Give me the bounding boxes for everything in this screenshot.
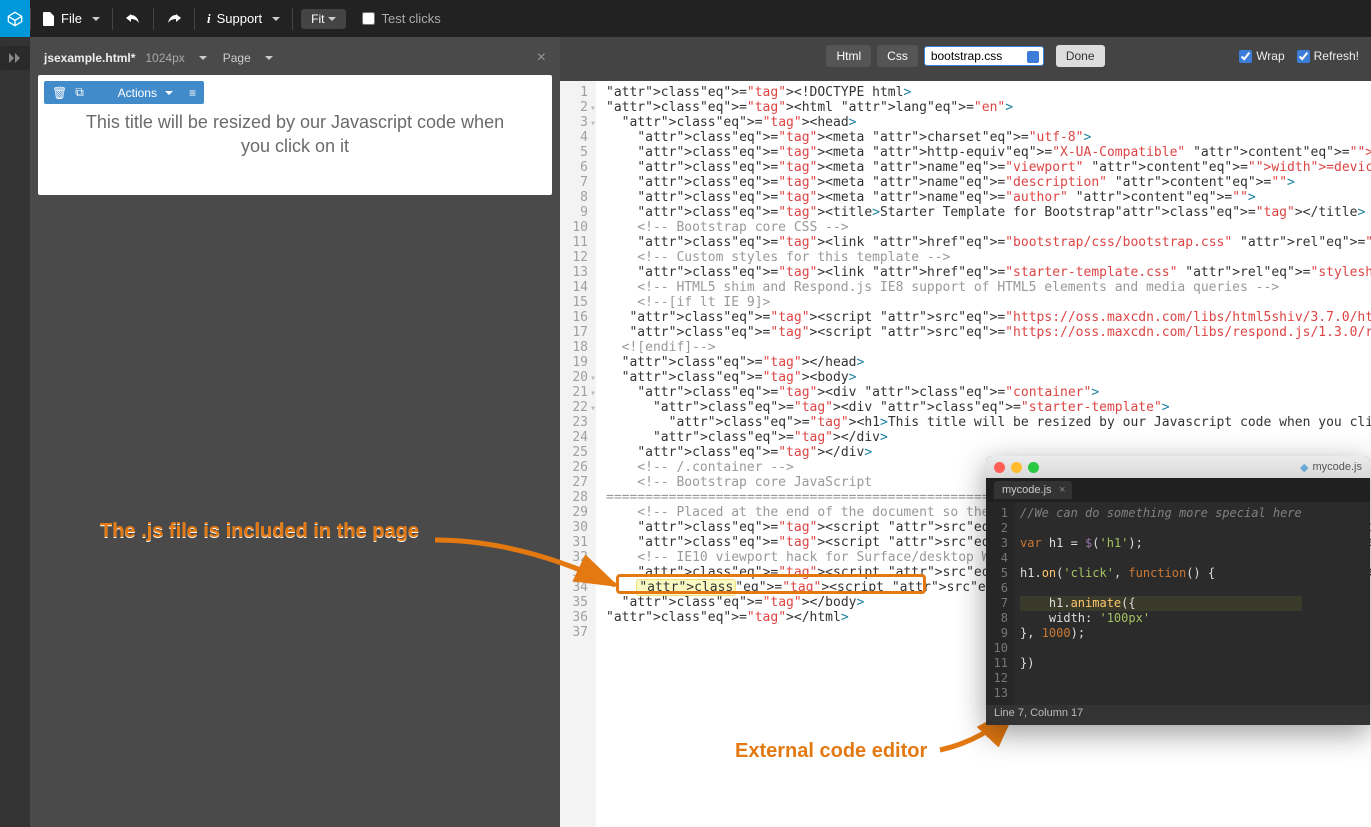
preview-canvas[interactable]: 🗑 ⧉ Actions ≡ This title will be resized… (38, 75, 552, 195)
element-toolbar: 🗑 ⧉ Actions ≡ (44, 81, 204, 104)
close-tab-button[interactable]: × (537, 49, 546, 67)
refresh-label: Refresh! (1314, 49, 1359, 63)
app-logo-icon[interactable] (0, 0, 30, 37)
window-title: mycode.js (1312, 461, 1362, 473)
annotation-left: The .js file is included in the page (100, 520, 419, 543)
page-dropdown[interactable]: Page (223, 51, 251, 65)
editor-gutter: 1234567891011121314151617181920212223242… (560, 81, 596, 827)
file-menu-label: File (61, 11, 82, 26)
actions-label: Actions (118, 86, 157, 100)
window-titlebar[interactable]: ◆ mycode.js (986, 456, 1370, 478)
done-button[interactable]: Done (1056, 45, 1105, 67)
editor-tabs: mycode.js × (986, 478, 1370, 502)
close-icon[interactable]: × (1059, 484, 1065, 496)
chevron-down-icon (328, 17, 336, 21)
preview-width-dropdown[interactable]: 1024px (145, 51, 184, 65)
chevron-down-icon (199, 56, 207, 60)
arrow-left (430, 530, 630, 600)
trash-icon[interactable]: 🗑 (52, 86, 67, 100)
window-zoom-icon[interactable] (1028, 462, 1039, 473)
undo-button[interactable] (113, 0, 153, 37)
window-minimize-icon[interactable] (1011, 462, 1022, 473)
wrap-toggle[interactable]: Wrap (1239, 49, 1284, 63)
editor-statusbar: Line 7, Column 17 (986, 705, 1370, 725)
wrap-checkbox[interactable] (1239, 50, 1252, 63)
preview-pane: jsexample.html* 1024px Page × 🗑 ⧉ Action… (30, 37, 560, 827)
chevron-right-double-icon (9, 53, 21, 63)
test-clicks-label: Test clicks (381, 11, 440, 26)
redo-icon (166, 12, 182, 26)
chevron-down-icon (265, 56, 273, 60)
copy-icon[interactable]: ⧉ (75, 85, 84, 100)
sublime-gutter: 12345678910111213 (986, 502, 1014, 705)
support-menu[interactable]: i Support (195, 0, 292, 37)
highlight-box (616, 574, 926, 594)
js-file-icon: ◆ (1300, 461, 1308, 474)
menu-icon[interactable]: ≡ (189, 86, 196, 100)
sublime-code[interactable]: //We can do something more special here … (1014, 502, 1308, 705)
refresh-toggle[interactable]: Refresh! (1297, 49, 1359, 63)
wrap-label: Wrap (1256, 49, 1284, 63)
sidebar-collapse-button[interactable] (0, 46, 30, 70)
annotation-right: External code editor (735, 740, 927, 763)
redo-button[interactable] (154, 0, 194, 37)
html-tab-button[interactable]: Html (826, 45, 871, 67)
file-icon (43, 12, 55, 26)
test-clicks-toggle[interactable]: Test clicks (362, 11, 440, 26)
top-toolbar: File i Support Fit Test clicks (0, 0, 1371, 37)
zoom-fit-dropdown[interactable]: Fit (301, 9, 346, 29)
editor-body[interactable]: 12345678910111213 //We can do something … (986, 502, 1370, 705)
zoom-fit-label: Fit (311, 12, 324, 26)
chevron-down-icon (165, 91, 173, 95)
document-filename[interactable]: jsexample.html* (44, 51, 135, 65)
css-file-select[interactable]: bootstrap.css (924, 46, 1044, 66)
refresh-checkbox[interactable] (1297, 50, 1310, 63)
window-close-icon[interactable] (994, 462, 1005, 473)
test-clicks-checkbox[interactable] (362, 12, 375, 25)
css-tab-button[interactable]: Css (877, 45, 918, 67)
editor-tab[interactable]: mycode.js × (994, 481, 1072, 499)
support-menu-label: Support (217, 11, 263, 26)
preview-h1[interactable]: This title will be resized by our Javasc… (44, 104, 546, 159)
info-icon: i (207, 11, 211, 27)
file-menu[interactable]: File (31, 0, 112, 37)
preview-tabstrip: jsexample.html* 1024px Page × (38, 45, 552, 75)
external-editor-window: ◆ mycode.js mycode.js × 12345678910111213… (986, 456, 1370, 725)
editor-tab-label: mycode.js (1002, 484, 1052, 496)
actions-dropdown[interactable]: Actions (118, 86, 173, 100)
chevron-down-icon (92, 17, 100, 21)
undo-icon (125, 12, 141, 26)
chevron-down-icon (272, 17, 280, 21)
